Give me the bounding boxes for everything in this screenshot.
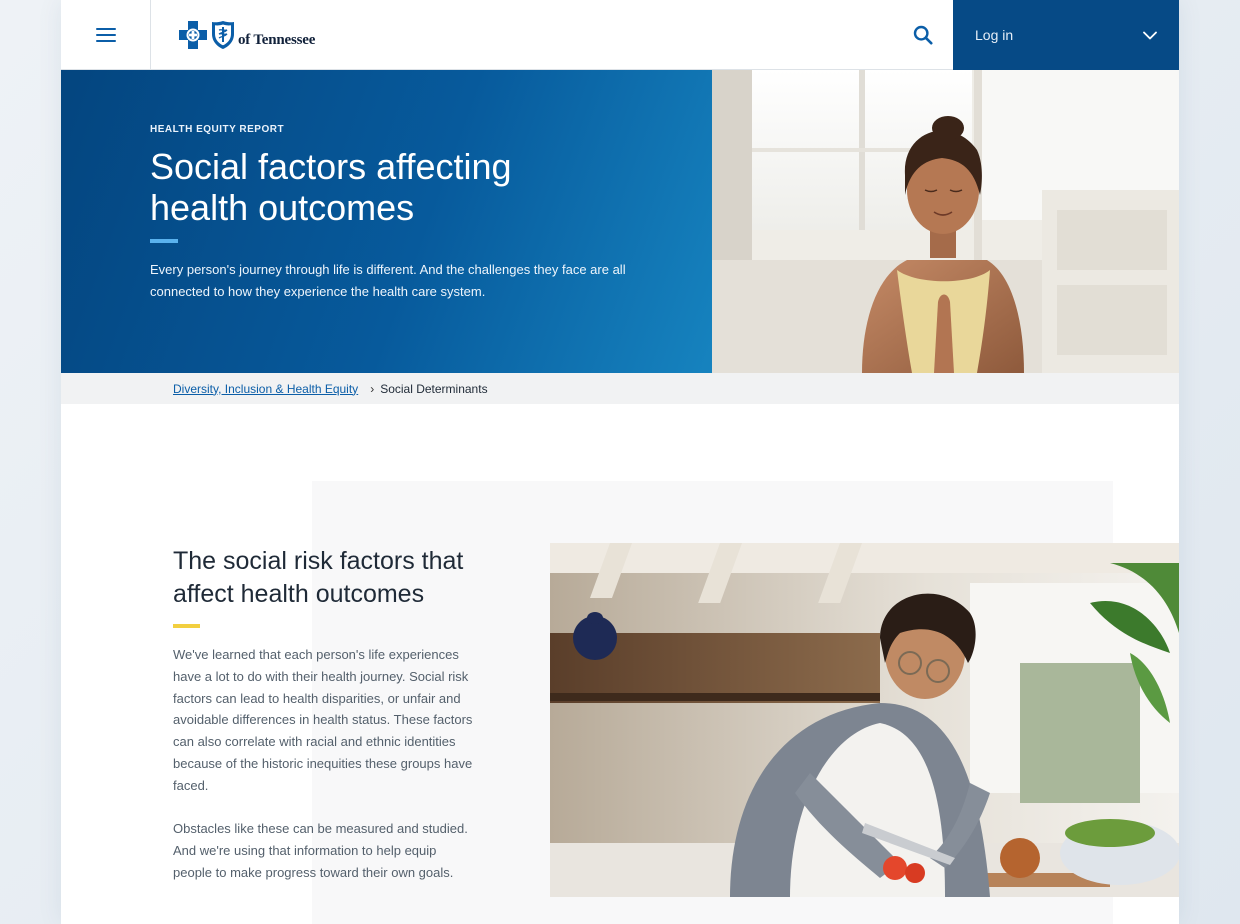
blue-cross-icon bbox=[179, 21, 207, 49]
breadcrumb-current: Social Determinants bbox=[380, 381, 488, 396]
chevron-right-icon: › bbox=[370, 381, 375, 396]
page: of Tennessee Log in HEALTH EQUITY REPORT… bbox=[61, 0, 1179, 924]
chevron-down-icon bbox=[1143, 31, 1157, 39]
search-button[interactable] bbox=[906, 18, 940, 52]
breadcrumb: Diversity, Inclusion & Health Equity › S… bbox=[61, 373, 1179, 404]
menu-button[interactable] bbox=[61, 0, 151, 69]
hero-banner: HEALTH EQUITY REPORT Social factors affe… bbox=[61, 70, 1179, 373]
site-header: of Tennessee Log in bbox=[61, 0, 1179, 70]
cooking-photo bbox=[550, 543, 1179, 897]
hamburger-icon bbox=[95, 27, 116, 42]
blue-shield-icon bbox=[212, 21, 234, 49]
login-label: Log in bbox=[975, 27, 1014, 43]
hero-accent-rule bbox=[150, 239, 178, 243]
meditation-photo bbox=[712, 70, 1179, 373]
section-paragraph-2: Obstacles like these can be measured and… bbox=[173, 821, 468, 880]
bcbst-logo[interactable]: of Tennessee bbox=[178, 20, 315, 50]
hero-description: Every person's journey through life is d… bbox=[150, 262, 626, 299]
breadcrumb-link-diversity[interactable]: Diversity, Inclusion & Health Equity bbox=[173, 382, 358, 396]
photo-man-cooking bbox=[550, 543, 1179, 897]
section-accent-rule bbox=[173, 624, 200, 628]
hero-photo-meditating-woman bbox=[712, 70, 1179, 373]
hero-eyebrow: HEALTH EQUITY REPORT bbox=[150, 124, 285, 135]
search-icon bbox=[913, 25, 933, 45]
section-title: The social risk factors that affect heal… bbox=[173, 547, 464, 608]
page-title: Social factors affecting health outcomes bbox=[150, 146, 512, 228]
hero-text-panel: HEALTH EQUITY REPORT Social factors affe… bbox=[61, 70, 712, 373]
logo-text: of Tennessee bbox=[238, 31, 316, 48]
section-paragraph-1: We've learned that each person's life ex… bbox=[173, 647, 473, 793]
login-dropdown[interactable]: Log in bbox=[953, 0, 1179, 70]
